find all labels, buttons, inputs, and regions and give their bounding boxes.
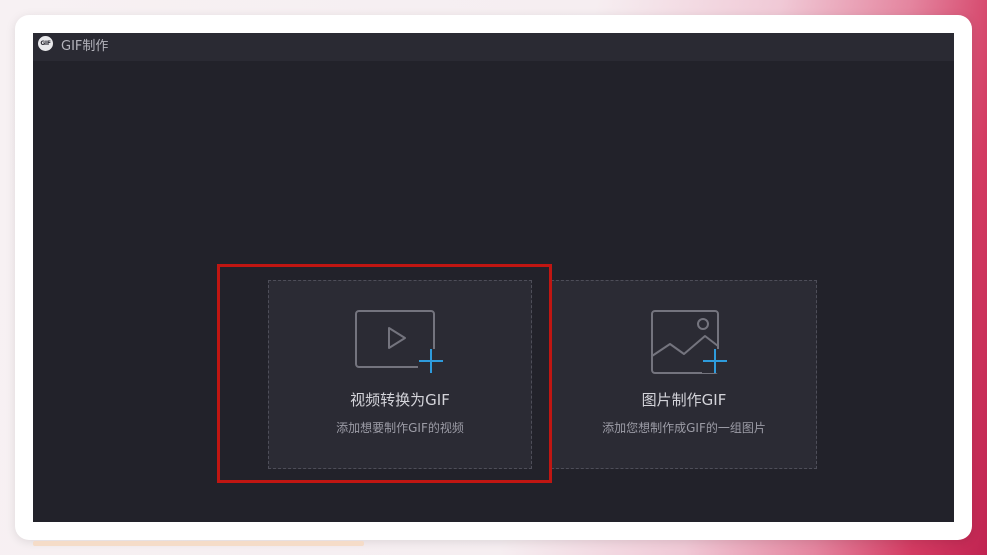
images-to-gif-card[interactable]: 图片制作GIF 添加您想制作成GIF的一组图片 (551, 280, 817, 469)
image-card-subtitle: 添加您想制作成GIF的一组图片 (602, 421, 766, 435)
video-to-gif-card[interactable]: 视频转换为GIF 添加想要制作GIF的视频 (268, 280, 532, 469)
video-add-icon (355, 310, 444, 373)
title-bar: GIF GIF制作 (33, 33, 954, 61)
image-add-icon (651, 310, 728, 374)
image-card-title: 图片制作GIF (641, 391, 727, 409)
bottom-accent-bar (33, 541, 364, 546)
window-title: GIF制作 (61, 39, 109, 54)
gif-maker-window: GIF GIF制作 视频转换为GIF 添加想要制作GIF的视频 图片制作GIF … (33, 33, 954, 522)
app-logo-icon: GIF (38, 36, 53, 51)
video-card-subtitle: 添加想要制作GIF的视频 (336, 421, 464, 435)
video-card-title: 视频转换为GIF (350, 391, 450, 409)
